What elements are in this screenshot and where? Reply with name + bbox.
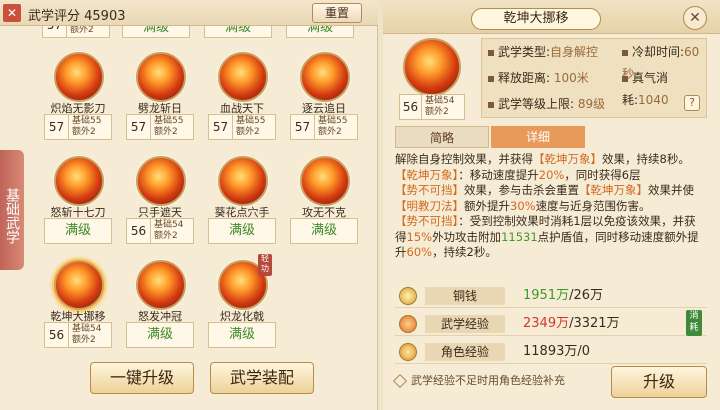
detail-header: 乾坤大挪移 ✕: [383, 0, 720, 34]
help-icon[interactable]: ?: [684, 95, 700, 111]
upgrade-button[interactable]: 升级: [611, 366, 707, 398]
skill-grid: 57额外2 满级 满级 满级 炽焰无影刀 57基础55额外2 劈龙斩日 57基础…: [26, 26, 376, 356]
cost-row-role-exp: 角色经验 11893万/0: [395, 340, 707, 364]
skill-icon: [54, 52, 104, 102]
skill-icon: [300, 52, 350, 102]
role-exp-icon: [399, 343, 417, 361]
skill-icon: [218, 156, 268, 206]
skill-icon: [136, 156, 186, 206]
tab-basic-martial[interactable]: 基础武学: [0, 150, 24, 270]
detail-tabs: 简略 详细: [395, 126, 585, 148]
panel-header: ✕ 武学评分 45903 重置: [0, 0, 378, 26]
upgrade-all-button[interactable]: 一键升级: [90, 362, 194, 394]
skill-icon: [403, 38, 461, 96]
skill-icon: [54, 260, 104, 310]
close-icon[interactable]: ✕: [683, 6, 707, 30]
skill-icon: [136, 52, 186, 102]
qinggong-badge: 轻功: [258, 254, 272, 276]
skill-level-box: 满级: [122, 26, 190, 38]
skill-level-box: 满级: [286, 26, 354, 38]
exp-supplement-option[interactable]: 武学经验不足时用角色经验补充: [392, 372, 605, 389]
skill-level-box: 56 基础54 额外2: [399, 94, 465, 120]
tab-brief[interactable]: 简略: [395, 126, 489, 148]
cost-row-coin: 铜钱 1951万/26万: [395, 284, 707, 308]
close-icon[interactable]: ✕: [3, 4, 21, 22]
skill-icon: [218, 52, 268, 102]
checkbox-icon[interactable]: [392, 373, 408, 389]
coin-icon: [399, 287, 417, 305]
equip-martial-button[interactable]: 武学装配: [210, 362, 314, 394]
skill-icon: [300, 156, 350, 206]
skill-info: 武学类型:自身解控 冷却时间:60秒 释放距离: 100米 真气消耗:1040 …: [481, 38, 707, 118]
skill-detail-panel: 乾坤大挪移 ✕ 56 基础54 额外2 武学类型:自身解控 冷却时间:60秒 释放距…: [383, 0, 720, 410]
consume-badge: 消耗: [686, 310, 702, 336]
reset-button[interactable]: 重置: [312, 3, 362, 23]
skill-title: 乾坤大挪移: [471, 8, 601, 30]
skill-icon: [136, 260, 186, 310]
skill-panel: ✕ 武学评分 45903 重置 基础武学 57额外2 满级 满级 满级 炽焰无影…: [0, 0, 378, 410]
cost-row-martial-exp: 武学经验 2349万/3321万: [395, 312, 707, 336]
skill-icon: [54, 156, 104, 206]
skill-level-box: 57额外2: [42, 26, 110, 38]
skill-description: 解除自身控制效果，并获得【乾坤万象】效果，持续8秒。 【乾坤万象】：移动速度提升…: [395, 152, 699, 259]
martial-score: 武学评分 45903: [28, 9, 126, 24]
martial-exp-icon: [399, 315, 417, 333]
skill-level-box: 满级: [204, 26, 272, 38]
tab-detail[interactable]: 详细: [491, 126, 585, 148]
